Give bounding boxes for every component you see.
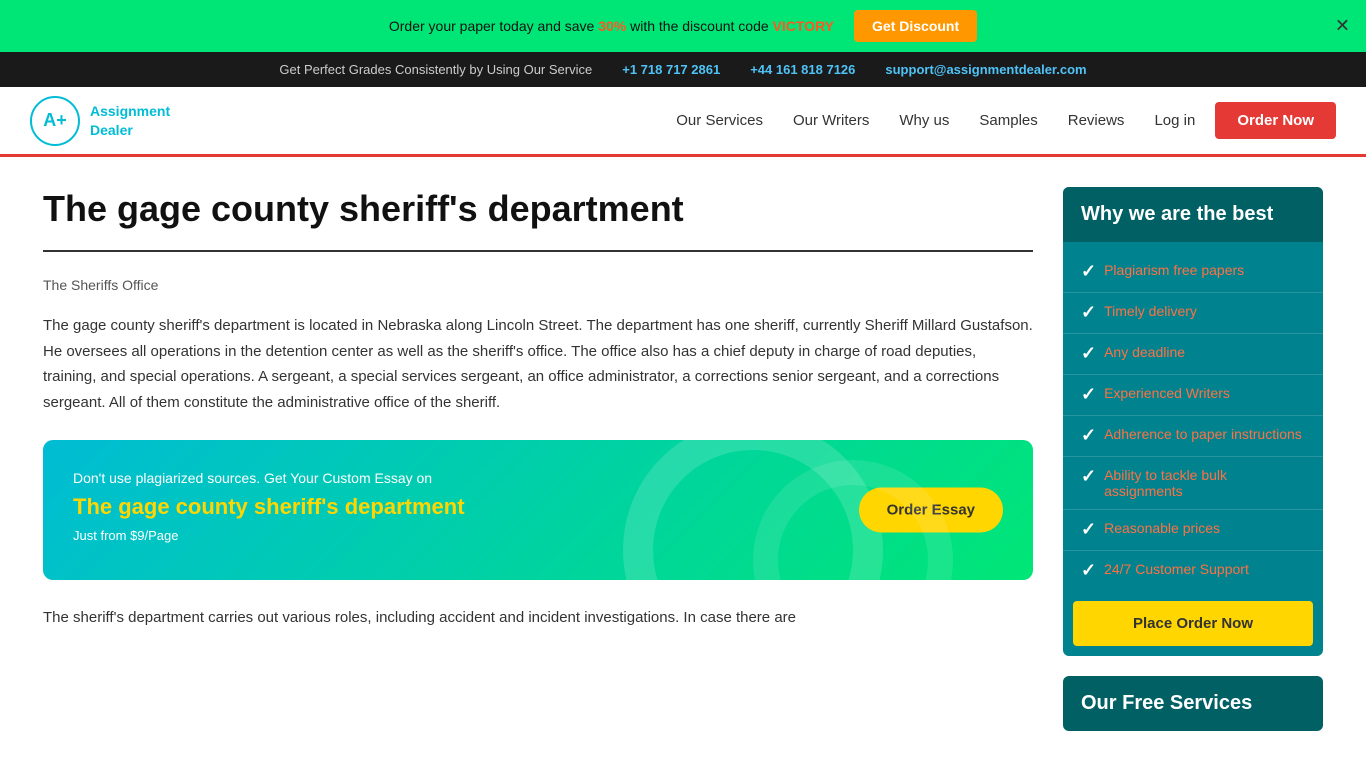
article-title: The gage county sheriff's department (43, 187, 1033, 230)
item-label: Plagiarism free papers (1104, 262, 1244, 278)
checkmark-icon: ✓ (1081, 343, 1096, 364)
get-discount-button[interactable]: Get Discount (854, 10, 977, 42)
banner-code: VICTORY (773, 18, 834, 34)
list-item: ✓ Experienced Writers (1063, 375, 1323, 416)
essay-box: Don't use plagiarized sources. Get Your … (43, 440, 1033, 580)
article-body2: The sheriff's department carries out var… (43, 605, 1033, 631)
free-services-header: Our Free Services (1063, 676, 1323, 731)
nav-our-services[interactable]: Our Services (676, 112, 763, 129)
essay-box-title: The gage county sheriff's department (73, 494, 1003, 520)
nav-our-writers[interactable]: Our Writers (793, 112, 869, 129)
essay-box-intro: Don't use plagiarized sources. Get Your … (73, 470, 1003, 486)
banner-text-before: Order your paper today and save (389, 18, 598, 34)
checkmark-icon: ✓ (1081, 384, 1096, 405)
why-best-header: Why we are the best (1063, 187, 1323, 242)
nav-samples[interactable]: Samples (979, 112, 1037, 129)
contact-bar-text: Get Perfect Grades Consistently by Using… (279, 62, 592, 77)
item-label: Adherence to paper instructions (1104, 426, 1302, 442)
checkmark-icon: ✓ (1081, 302, 1096, 323)
place-order-button[interactable]: Place Order Now (1073, 601, 1313, 646)
logo-icon: A+ (30, 96, 80, 146)
main-container: The gage county sheriff's department The… (23, 157, 1343, 761)
nav-links: Our Services Our Writers Why us Samples … (676, 112, 1195, 129)
checkmark-icon: ✓ (1081, 560, 1096, 581)
why-best-box: Why we are the best ✓ Plagiarism free pa… (1063, 187, 1323, 656)
order-now-button[interactable]: Order Now (1215, 102, 1336, 139)
phone1-link[interactable]: +1 718 717 2861 (622, 62, 720, 77)
list-item: ✓ Reasonable prices (1063, 510, 1323, 551)
navbar: A+ AssignmentDealer Our Services Our Wri… (0, 87, 1366, 157)
checkmark-icon: ✓ (1081, 519, 1096, 540)
essay-box-price: Just from $9/Page (73, 528, 1003, 543)
item-label: Reasonable prices (1104, 520, 1220, 536)
article-subtitle: The Sheriffs Office (43, 277, 1033, 293)
email-link[interactable]: support@assignmentdealer.com (885, 62, 1086, 77)
article-divider (43, 250, 1033, 252)
list-item: ✓ Adherence to paper instructions (1063, 416, 1323, 457)
top-banner: Order your paper today and save 30% with… (0, 0, 1366, 52)
list-item: ✓ 24/7 Customer Support (1063, 551, 1323, 591)
item-label: Timely delivery (1104, 303, 1197, 319)
nav-login[interactable]: Log in (1154, 112, 1195, 129)
banner-discount-pct: 30% (598, 18, 626, 34)
checkmark-icon: ✓ (1081, 425, 1096, 446)
nav-reviews[interactable]: Reviews (1068, 112, 1125, 129)
sidebar-why-list: ✓ Plagiarism free papers ✓ Timely delive… (1063, 242, 1323, 601)
list-item: ✓ Ability to tackle bulk assignments (1063, 457, 1323, 510)
list-item: ✓ Plagiarism free papers (1063, 252, 1323, 293)
sidebar: Why we are the best ✓ Plagiarism free pa… (1063, 187, 1323, 731)
logo-text: AssignmentDealer (90, 102, 170, 138)
checkmark-icon: ✓ (1081, 261, 1096, 282)
item-label: Experienced Writers (1104, 385, 1230, 401)
logo-link[interactable]: A+ AssignmentDealer (30, 96, 170, 146)
item-label: Ability to tackle bulk assignments (1104, 467, 1305, 499)
close-banner-button[interactable]: ✕ (1335, 16, 1350, 37)
article-body1: The gage county sheriff's department is … (43, 313, 1033, 415)
order-essay-button[interactable]: Order Essay (859, 488, 1003, 533)
contact-bar: Get Perfect Grades Consistently by Using… (0, 52, 1366, 87)
free-services-box: Our Free Services (1063, 676, 1323, 731)
list-item: ✓ Timely delivery (1063, 293, 1323, 334)
nav-why-us[interactable]: Why us (899, 112, 949, 129)
checkmark-icon: ✓ (1081, 466, 1096, 487)
item-label: Any deadline (1104, 344, 1185, 360)
banner-text: Order your paper today and save 30% with… (389, 18, 834, 34)
article-area: The gage county sheriff's department The… (43, 187, 1033, 731)
list-item: ✓ Any deadline (1063, 334, 1323, 375)
banner-text-after: with the discount code (626, 18, 772, 34)
phone2-link[interactable]: +44 161 818 7126 (750, 62, 855, 77)
item-label: 24/7 Customer Support (1104, 561, 1249, 577)
